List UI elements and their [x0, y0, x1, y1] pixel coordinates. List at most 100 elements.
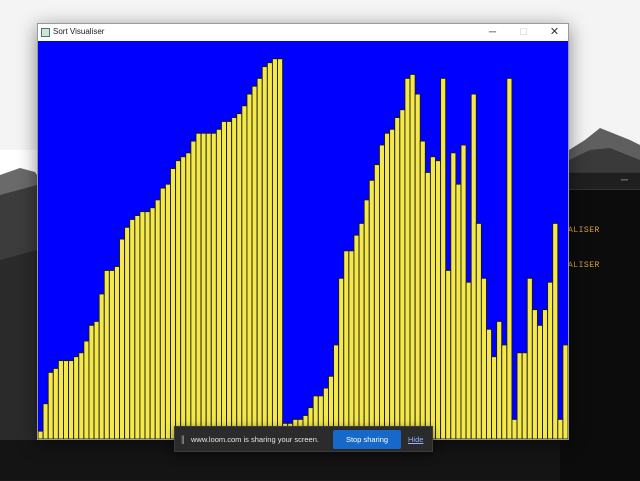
sort-bar — [93, 320, 100, 439]
sort-bar — [358, 222, 365, 439]
sort-bar — [419, 140, 426, 439]
sort-bar — [496, 320, 503, 439]
sort-canvas — [38, 41, 568, 439]
sort-bar — [445, 269, 452, 439]
sort-bar — [241, 105, 248, 439]
sort-bar — [149, 207, 156, 439]
sort-bar — [124, 226, 131, 439]
sort-bar — [231, 117, 238, 439]
sort-bar — [378, 144, 385, 439]
sort-bar — [139, 211, 146, 439]
sort-bar — [144, 211, 151, 439]
terminal-window[interactable]: ─ ALISER ALISER — [560, 172, 640, 481]
sort-bar — [78, 352, 85, 439]
sort-bar — [450, 152, 457, 439]
sort-bar — [506, 77, 513, 439]
sharing-message: www.loom.com is sharing your screen. — [191, 435, 319, 444]
sort-bar — [134, 215, 141, 439]
sort-bar — [429, 156, 436, 439]
sort-bar — [333, 344, 340, 439]
sort-bar — [542, 309, 549, 439]
sort-bar — [83, 340, 90, 439]
sort-bar — [57, 360, 64, 439]
sort-visualiser-window[interactable]: Sort Visualiser ─ ☐ ✕ — [37, 23, 569, 440]
sort-bar — [113, 266, 120, 439]
sort-bar — [98, 293, 105, 439]
sort-bar — [521, 352, 528, 439]
sort-bar — [531, 309, 538, 439]
sort-bar — [511, 418, 518, 439]
sort-bar — [486, 328, 493, 439]
loom-sharing-banner: || www.loom.com is sharing your screen. … — [174, 426, 433, 452]
sort-bar — [164, 183, 171, 439]
sort-bar — [103, 269, 110, 439]
sort-bar — [42, 403, 49, 439]
sort-bar — [338, 277, 345, 439]
hide-link[interactable]: Hide — [408, 435, 423, 444]
stop-sharing-button[interactable]: Stop sharing — [333, 430, 401, 449]
sort-bar — [552, 222, 559, 439]
sort-bar — [226, 121, 233, 439]
sort-bar — [236, 113, 243, 439]
drag-handle-icon[interactable]: || — [181, 434, 185, 444]
window-title: Sort Visualiser — [53, 27, 105, 36]
sort-bar — [501, 344, 508, 439]
sort-bar — [52, 367, 59, 439]
terminal-line: ALISER — [568, 226, 600, 235]
sort-bar — [251, 85, 258, 439]
sort-bar — [343, 250, 350, 439]
window-titlebar[interactable]: Sort Visualiser ─ ☐ ✕ — [38, 24, 568, 41]
sort-bar — [394, 117, 401, 439]
sort-bar — [88, 324, 95, 439]
sort-bar — [516, 352, 523, 439]
sort-bar — [536, 324, 543, 439]
sort-bar — [404, 77, 411, 439]
sort-bar — [368, 179, 375, 439]
sort-bar — [348, 250, 355, 439]
sort-bar — [424, 171, 431, 439]
sort-bar — [256, 77, 263, 439]
sort-bar — [68, 360, 75, 439]
sort-bar — [63, 360, 70, 439]
sort-bar — [277, 58, 284, 439]
sort-bar — [526, 277, 533, 439]
sort-bar — [38, 430, 44, 439]
close-button[interactable]: ✕ — [539, 24, 570, 41]
sort-bar — [180, 156, 187, 439]
minimize-button[interactable]: ─ — [477, 24, 508, 41]
maximize-button[interactable]: ☐ — [508, 24, 539, 41]
sort-bar — [154, 199, 161, 439]
sort-bar — [455, 183, 462, 439]
terminal-titlebar: ─ — [560, 173, 640, 190]
sort-bar — [215, 128, 222, 439]
sort-bar — [353, 234, 360, 439]
sort-bar — [108, 269, 115, 439]
sort-bar — [475, 222, 482, 439]
sort-bar — [557, 418, 564, 439]
sort-bar — [266, 62, 273, 439]
sort-bar — [470, 93, 477, 439]
terminal-minimize-button[interactable]: ─ — [621, 175, 628, 186]
sort-bar — [414, 93, 421, 439]
sort-bar — [491, 356, 498, 439]
app-icon — [41, 28, 50, 37]
bars-chart — [38, 58, 568, 439]
sort-bar — [119, 238, 126, 439]
terminal-line: ALISER — [568, 261, 600, 270]
sort-bar — [221, 121, 228, 439]
sort-bar — [170, 168, 177, 439]
sort-bar — [190, 140, 197, 439]
sort-bar — [195, 132, 202, 439]
sort-bar — [210, 132, 217, 439]
sort-bar — [246, 93, 253, 439]
sort-bar — [271, 58, 278, 439]
sort-bar — [460, 144, 467, 439]
sort-bar — [547, 281, 554, 439]
sort-bar — [159, 187, 166, 439]
sort-bar — [440, 77, 447, 439]
sort-bar — [363, 199, 370, 439]
sort-bar — [373, 164, 380, 439]
sort-bar — [129, 219, 136, 439]
sort-bar — [562, 344, 568, 439]
sort-bar — [465, 281, 472, 439]
